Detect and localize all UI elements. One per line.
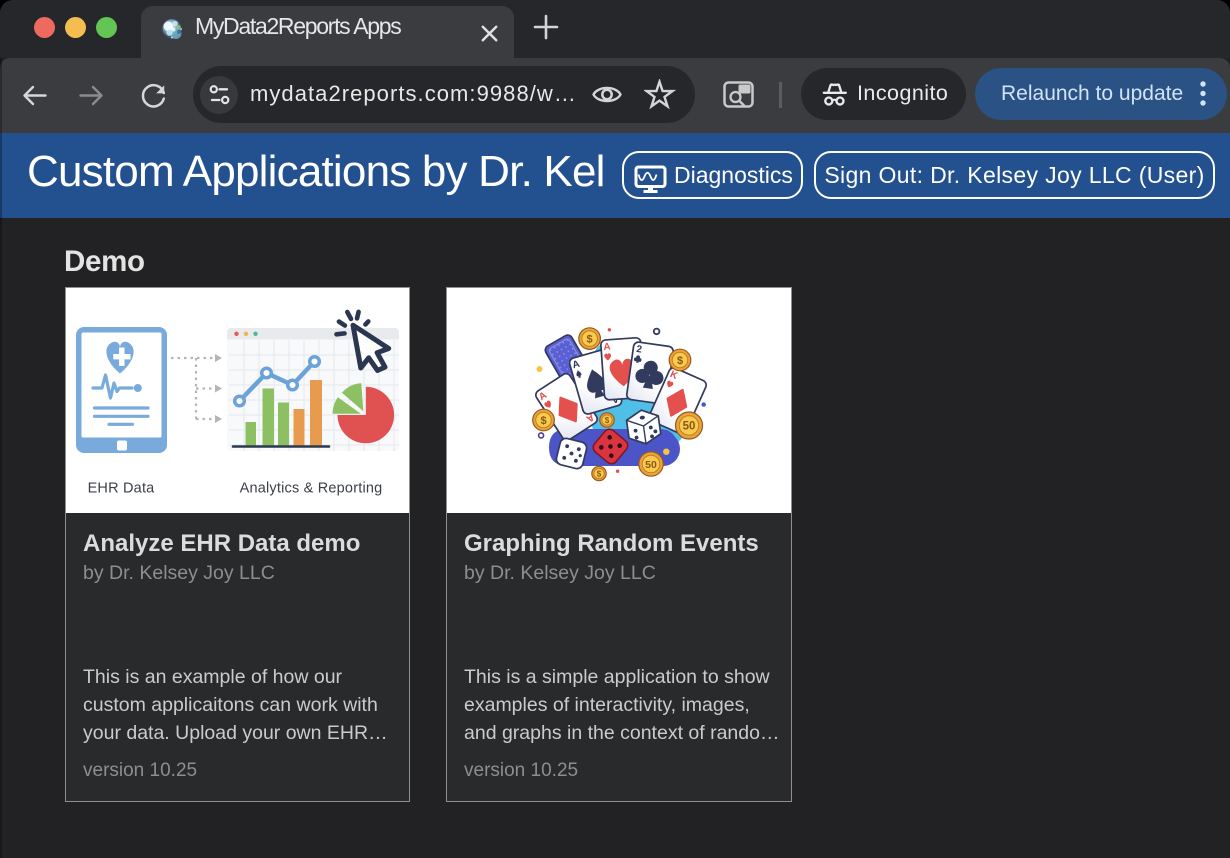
svg-text:50: 50	[645, 459, 657, 471]
svg-text:Analytics & Reporting: Analytics & Reporting	[240, 481, 383, 497]
svg-text:$: $	[677, 355, 683, 367]
svg-text:$: $	[605, 416, 610, 425]
svg-text:EHR Data: EHR Data	[88, 481, 156, 497]
svg-text:$: $	[587, 334, 593, 346]
svg-text:$: $	[597, 469, 602, 478]
svg-text:$: $	[540, 415, 546, 427]
svg-text:50: 50	[683, 421, 696, 433]
svg-text:A: A	[603, 342, 611, 353]
